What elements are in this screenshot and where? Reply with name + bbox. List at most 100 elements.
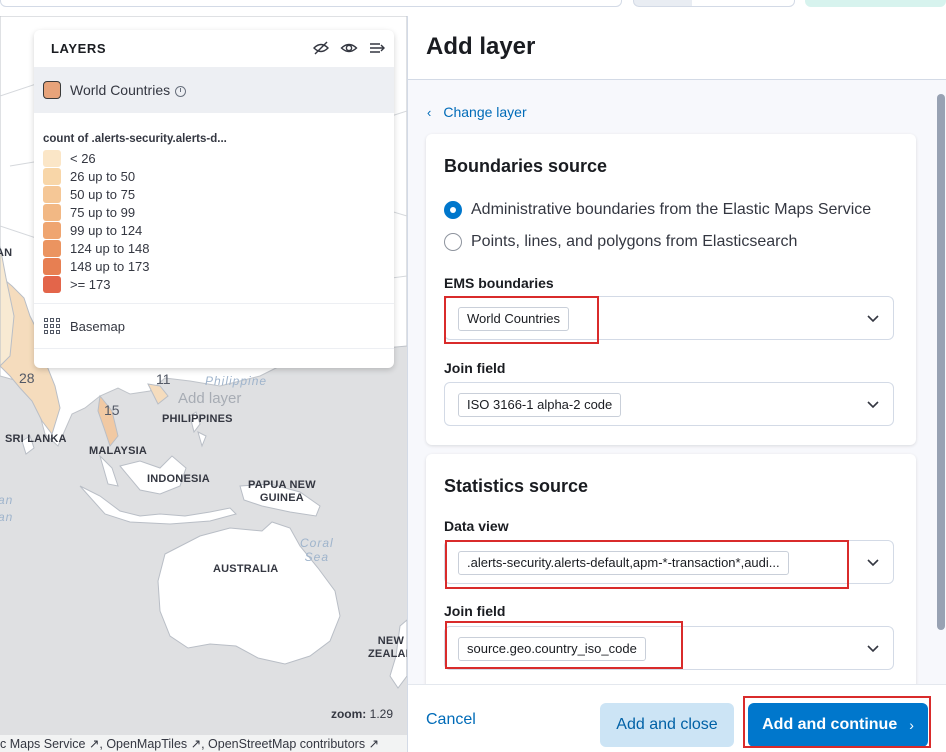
legend-swatch bbox=[43, 275, 61, 293]
top-toolbar bbox=[0, 0, 946, 16]
statistics-join-select[interactable]: source.geo.country_iso_code bbox=[444, 626, 894, 670]
boundaries-title: Boundaries source bbox=[444, 156, 608, 176]
legend-title: count of .alerts-security.alerts-d... bbox=[43, 133, 227, 145]
legend-label: 99 up to 124 bbox=[70, 222, 143, 238]
ems-boundaries-select[interactable]: World Countries bbox=[444, 296, 894, 340]
legend-item: >= 173 bbox=[43, 275, 150, 293]
legend-item: 26 up to 50 bbox=[43, 167, 150, 185]
legend-item: 50 up to 75 bbox=[43, 185, 150, 203]
layer-name: World Countries bbox=[70, 82, 171, 98]
data-view-select[interactable]: .alerts-security.alerts-default,apm-*-tr… bbox=[444, 540, 894, 584]
add-and-continue-button[interactable]: Add and continue › bbox=[748, 703, 928, 747]
add-and-continue-label: Add and continue bbox=[762, 716, 898, 733]
radio-es-geometry[interactable]: Points, lines, and polygons from Elastic… bbox=[444, 233, 797, 251]
grid-icon bbox=[44, 318, 60, 334]
hide-all-layers-icon[interactable] bbox=[312, 39, 330, 57]
boundaries-join-label: Join field bbox=[444, 360, 506, 376]
zoom-readout: zoom: 1.29 bbox=[330, 707, 393, 721]
add-and-close-button[interactable]: Add and close bbox=[600, 703, 734, 747]
map-ghost-text: Add layer bbox=[178, 390, 242, 407]
chevron-left-icon: ‹ bbox=[427, 104, 432, 120]
ems-boundaries-value: World Countries bbox=[458, 307, 569, 331]
map-label-sri-lanka: SRI LANKA bbox=[5, 433, 67, 445]
basemap-name: Basemap bbox=[70, 318, 125, 334]
layer-item-basemap[interactable]: Basemap bbox=[34, 303, 394, 349]
legend-label: 124 up to 148 bbox=[70, 240, 150, 256]
flyout-title: Add layer bbox=[426, 33, 536, 60]
statistics-join-label: Join field bbox=[444, 603, 506, 619]
chevron-down-icon bbox=[867, 645, 879, 653]
query-bar[interactable] bbox=[0, 0, 622, 7]
legend-item: 99 up to 124 bbox=[43, 221, 150, 239]
map-label-new-zealand: NEW ZEALAN bbox=[368, 635, 407, 660]
map-label-philippines: PHILIPPINES bbox=[162, 413, 233, 425]
legend-swatch bbox=[43, 221, 61, 239]
ems-boundaries-label: EMS boundaries bbox=[444, 275, 554, 291]
map-label-an: AN bbox=[0, 247, 13, 259]
layers-panel: LAYERS World Countries count of .alerts-… bbox=[34, 30, 394, 368]
boundaries-join-select[interactable]: ISO 3166-1 alpha-2 code bbox=[444, 382, 894, 426]
map-count-15: 15 bbox=[104, 402, 120, 418]
legend-swatch bbox=[43, 149, 61, 167]
collapse-panel-icon[interactable] bbox=[368, 39, 386, 57]
legend-list: < 26 26 up to 50 50 up to 75 75 up to 99 99 … bbox=[43, 149, 150, 293]
map-label-indonesia: INDONESIA bbox=[147, 473, 210, 485]
map-sea-philippine: Philippine bbox=[205, 374, 268, 388]
map-label-malaysia: MALAYSIA bbox=[89, 445, 148, 457]
legend-label: 26 up to 50 bbox=[70, 168, 136, 184]
chevron-right-icon: › bbox=[909, 717, 914, 733]
clock-icon bbox=[175, 85, 187, 97]
date-picker[interactable] bbox=[633, 0, 795, 7]
map-count-11: 11 bbox=[156, 371, 171, 387]
legend-label: 50 up to 75 bbox=[70, 186, 136, 202]
radio-label: Points, lines, and polygons from Elastic… bbox=[471, 233, 798, 250]
map-label-australia: AUSTRALIA bbox=[213, 563, 279, 575]
data-view-value: .alerts-security.alerts-default,apm-*-tr… bbox=[458, 551, 789, 575]
map-sea-coral: Coral Sea bbox=[300, 536, 334, 564]
flyout-body: ‹ Change layer Boundaries source Adminis… bbox=[408, 80, 946, 684]
boundaries-source-card: Boundaries source Administrative boundar… bbox=[426, 134, 916, 445]
change-layer-link[interactable]: ‹ Change layer bbox=[427, 104, 527, 120]
legend-label: 75 up to 99 bbox=[70, 204, 136, 220]
cancel-button[interactable]: Cancel bbox=[426, 711, 476, 729]
add-layer-flyout: Add layer ‹ Change layer Boundaries sour… bbox=[407, 16, 946, 752]
flyout-footer: Cancel Add and close Add and continue › bbox=[408, 684, 946, 752]
map-count-india: 28 bbox=[19, 370, 35, 386]
radio-ems-boundaries[interactable]: Administrative boundaries from the Elast… bbox=[444, 201, 871, 219]
layers-header: LAYERS bbox=[34, 30, 394, 67]
statistics-source-card: Statistics source Data view .alerts-secu… bbox=[426, 454, 916, 684]
legend-item: 75 up to 99 bbox=[43, 203, 150, 221]
legend-item: 124 up to 148 bbox=[43, 239, 150, 257]
chevron-down-icon bbox=[867, 315, 879, 323]
change-layer-label: Change layer bbox=[443, 104, 527, 120]
legend-label: 148 up to 173 bbox=[70, 258, 150, 274]
statistics-join-value: source.geo.country_iso_code bbox=[458, 637, 646, 661]
legend-swatch bbox=[43, 257, 61, 275]
scrollbar[interactable] bbox=[937, 94, 945, 630]
legend-item: 148 up to 173 bbox=[43, 257, 150, 275]
legend-item: < 26 bbox=[43, 149, 150, 167]
radio-dot[interactable] bbox=[444, 201, 462, 219]
layers-title: LAYERS bbox=[51, 41, 107, 56]
legend-swatch bbox=[43, 203, 61, 221]
legend-swatch bbox=[43, 167, 61, 185]
radio-dot[interactable] bbox=[444, 233, 462, 251]
legend-label: >= 173 bbox=[70, 276, 111, 292]
boundaries-join-value: ISO 3166-1 alpha-2 code bbox=[458, 393, 622, 417]
statistics-title: Statistics source bbox=[444, 476, 589, 496]
show-all-layers-icon[interactable] bbox=[340, 39, 358, 57]
layer-swatch bbox=[43, 81, 61, 99]
map-attribution[interactable]: c Maps Service ↗, OpenMapTiles ↗, OpenSt… bbox=[0, 735, 407, 752]
legend-swatch bbox=[43, 185, 61, 203]
legend-label: < 26 bbox=[70, 150, 96, 166]
map-label-png: PAPUA NEW GUINEA bbox=[248, 479, 316, 504]
radio-label: Administrative boundaries from the Elast… bbox=[471, 201, 872, 218]
chevron-down-icon bbox=[867, 401, 879, 409]
refresh-button[interactable] bbox=[805, 0, 946, 7]
app-root: AN 28 15 11 Philippine Add layer PHILIPP… bbox=[0, 0, 946, 752]
add-and-close-label: Add and close bbox=[616, 716, 718, 733]
legend-swatch bbox=[43, 239, 61, 257]
map-sea-fragment: an an bbox=[0, 493, 14, 524]
layer-item-world-countries[interactable]: World Countries bbox=[34, 67, 394, 113]
chevron-down-icon bbox=[867, 559, 879, 567]
